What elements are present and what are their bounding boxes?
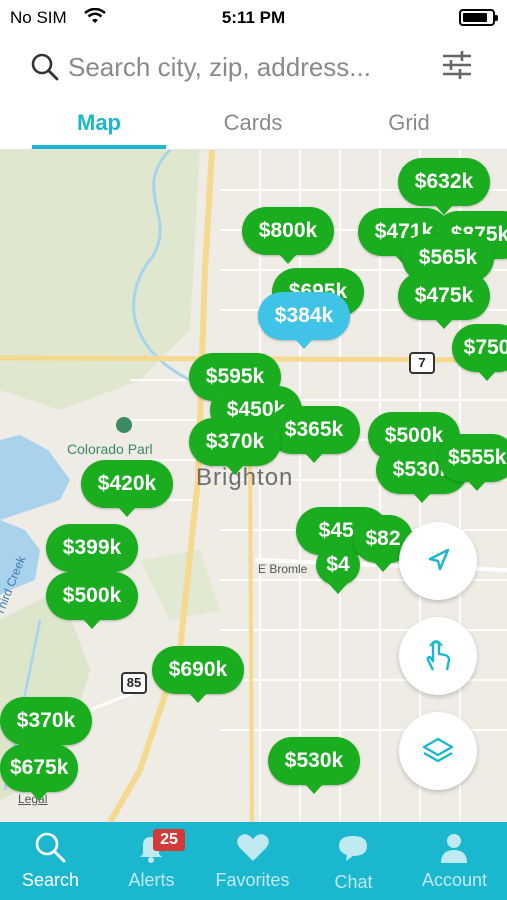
price-pin[interactable]: $4 <box>316 545 360 594</box>
price-pin-selected[interactable]: $384k <box>258 292 350 349</box>
price-pin[interactable]: $750 <box>452 324 507 381</box>
clock: 5:11 PM <box>221 8 286 27</box>
tab-map[interactable]: Map <box>32 110 166 136</box>
price-pin[interactable]: $370k <box>189 418 281 475</box>
search-icon <box>30 52 60 87</box>
price-pin[interactable]: $500k <box>46 572 138 629</box>
heart-icon <box>237 834 269 861</box>
nav-label: Favorites <box>215 870 290 890</box>
nav-search[interactable]: Search <box>0 822 101 900</box>
draw-area-button[interactable] <box>399 617 477 695</box>
person-icon <box>441 834 467 863</box>
price-pin[interactable]: $800k <box>242 207 334 264</box>
status-bar: No SIM 5:11 PM <box>0 0 507 34</box>
bottom-tab-bar: Search Alerts 25 Favorites Chat Account <box>0 822 507 900</box>
price-pin[interactable]: $420k <box>81 460 173 517</box>
price-pin[interactable]: $675k <box>0 744 79 801</box>
navigation-arrow-icon <box>428 548 450 571</box>
alerts-count-badge: 25 <box>153 829 185 851</box>
park-label: Colorado Parl <box>67 441 153 457</box>
map-layers-button[interactable] <box>399 712 477 790</box>
tab-cards[interactable]: Cards <box>186 110 320 136</box>
route-shield: 7 <box>409 352 435 374</box>
route-shield: 85 <box>121 672 147 694</box>
nav-label: Search <box>21 870 80 890</box>
search-input[interactable]: Search city, zip, address... <box>68 52 371 83</box>
nav-account[interactable]: Account <box>404 822 505 900</box>
price-pin[interactable]: $370k <box>0 697 92 754</box>
park-icon <box>116 417 132 433</box>
nav-label: Account <box>421 870 488 890</box>
search-icon <box>35 832 66 863</box>
battery-icon <box>459 9 498 26</box>
layers-icon <box>422 737 454 763</box>
price-pin[interactable]: $555k <box>438 434 507 491</box>
hand-pointer-icon <box>426 640 451 671</box>
nav-alerts[interactable]: Alerts <box>101 822 202 900</box>
view-tabs: Map Cards Grid <box>0 100 507 150</box>
chat-icon <box>339 836 367 861</box>
app-screen: No SIM 5:11 PM Search city, zip, address… <box>0 0 507 900</box>
nav-label: Chat <box>334 872 373 892</box>
locate-me-button[interactable] <box>399 522 477 600</box>
price-pin[interactable]: $399k <box>46 524 138 581</box>
filter-sliders-icon[interactable] <box>440 48 474 87</box>
map-view[interactable]: Colorado Parl Brighton E Bromle Third Cr… <box>0 150 507 822</box>
tab-grid[interactable]: Grid <box>342 110 476 136</box>
search-bar[interactable]: Search city, zip, address... <box>0 34 507 100</box>
street-label: E Bromle <box>258 562 308 576</box>
price-pin[interactable]: $365k <box>268 406 360 463</box>
active-tab-indicator <box>32 145 166 149</box>
price-pin[interactable]: $632k <box>398 158 490 215</box>
nav-label: Alerts <box>128 870 175 890</box>
nav-favorites[interactable]: Favorites <box>202 822 303 900</box>
price-pin[interactable]: $475k <box>398 272 490 329</box>
price-pin[interactable]: $690k <box>152 646 244 703</box>
price-pin[interactable]: $530k <box>268 737 360 794</box>
nav-chat[interactable]: Chat <box>303 822 404 900</box>
